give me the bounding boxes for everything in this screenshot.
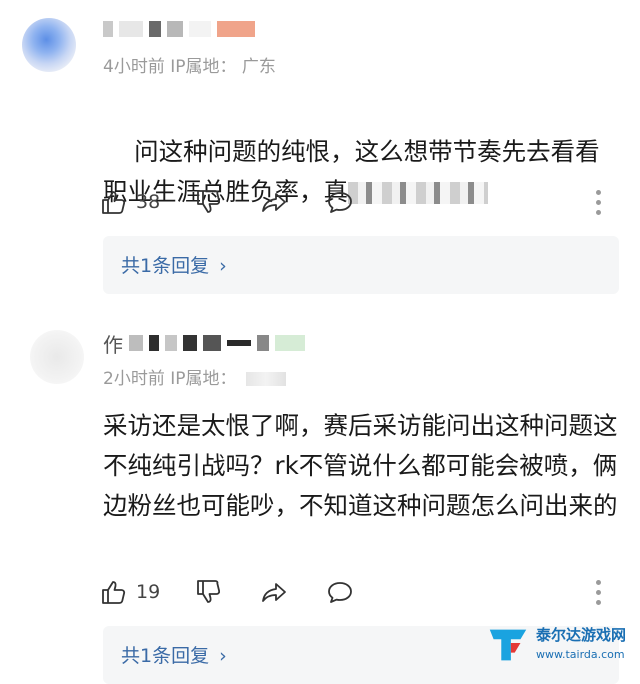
watermark-name: 泰尔达游戏网 <box>536 626 627 644</box>
comment-actions: 38 <box>100 184 620 220</box>
more-vertical-icon[interactable] <box>596 190 602 215</box>
share-icon <box>262 583 286 602</box>
thumbs-down-icon <box>197 190 221 213</box>
reply-button[interactable] <box>326 574 354 610</box>
comment-bubble-icon <box>328 192 352 213</box>
avatar[interactable] <box>30 330 84 384</box>
thumbs-up-icon <box>102 581 126 604</box>
comment-text: 采访还是太恨了啊，赛后采访能问出这种问题这不纯纯引战吗？rk不管说什么都可能会被… <box>103 411 618 520</box>
like-button[interactable]: 38 <box>100 184 160 220</box>
ip-location-blurred <box>245 372 286 386</box>
comment-text: 问这种问题的纯恨，这么想带节奏先去看看职业生涯总胜负率，真 <box>103 92 623 252</box>
share-button[interactable] <box>260 574 288 610</box>
like-count: 38 <box>136 191 161 213</box>
ip-label: IP属地： <box>170 369 237 389</box>
comment-meta: 4小时前 IP属地： 广东 <box>103 52 276 77</box>
watermark-url: www.tairda.com <box>536 648 625 661</box>
comment-time: 2小时前 <box>103 369 165 389</box>
comment-time: 4小时前 <box>103 57 165 77</box>
username-blurred[interactable] <box>103 18 255 40</box>
like-count: 19 <box>136 581 161 603</box>
reply-count-label: 共1条回复 <box>121 645 210 667</box>
more-vertical-icon[interactable] <box>596 580 602 605</box>
view-replies-link[interactable]: 共1条回复 › <box>121 641 227 668</box>
comment-bubble-icon <box>328 582 352 603</box>
reply-summary-box[interactable]: 共1条回复 › <box>103 236 619 294</box>
avatar[interactable] <box>22 18 76 72</box>
ip-label: IP属地： <box>170 57 237 77</box>
comment-item: 4小时前 IP属地： 广东 问这种问题的纯恨，这么想带节奏先去看看职业生涯总胜负… <box>0 0 640 310</box>
dislike-button[interactable] <box>195 574 223 610</box>
comment-meta: 2小时前 IP属地： <box>103 364 286 389</box>
chevron-right-icon: › <box>219 255 227 277</box>
reply-button[interactable] <box>326 184 354 220</box>
tairda-logo-icon <box>489 629 527 661</box>
like-button[interactable]: 19 <box>100 574 160 610</box>
username-visible-prefix: 作 <box>103 332 123 357</box>
dislike-button[interactable] <box>195 184 223 220</box>
view-replies-link[interactable]: 共1条回复 › <box>121 251 227 278</box>
chevron-right-icon: › <box>219 645 227 667</box>
share-button[interactable] <box>260 184 288 220</box>
share-icon <box>262 193 286 212</box>
username-blurred[interactable]: 作 <box>103 332 305 357</box>
thumbs-down-icon <box>197 580 221 603</box>
comment-actions: 19 <box>100 574 620 610</box>
thumbs-up-icon <box>102 191 126 214</box>
ip-location: 广东 <box>241 57 276 77</box>
site-watermark: 泰尔达游戏网 www.tairda.com <box>484 616 634 672</box>
reply-count-label: 共1条回复 <box>121 255 210 277</box>
